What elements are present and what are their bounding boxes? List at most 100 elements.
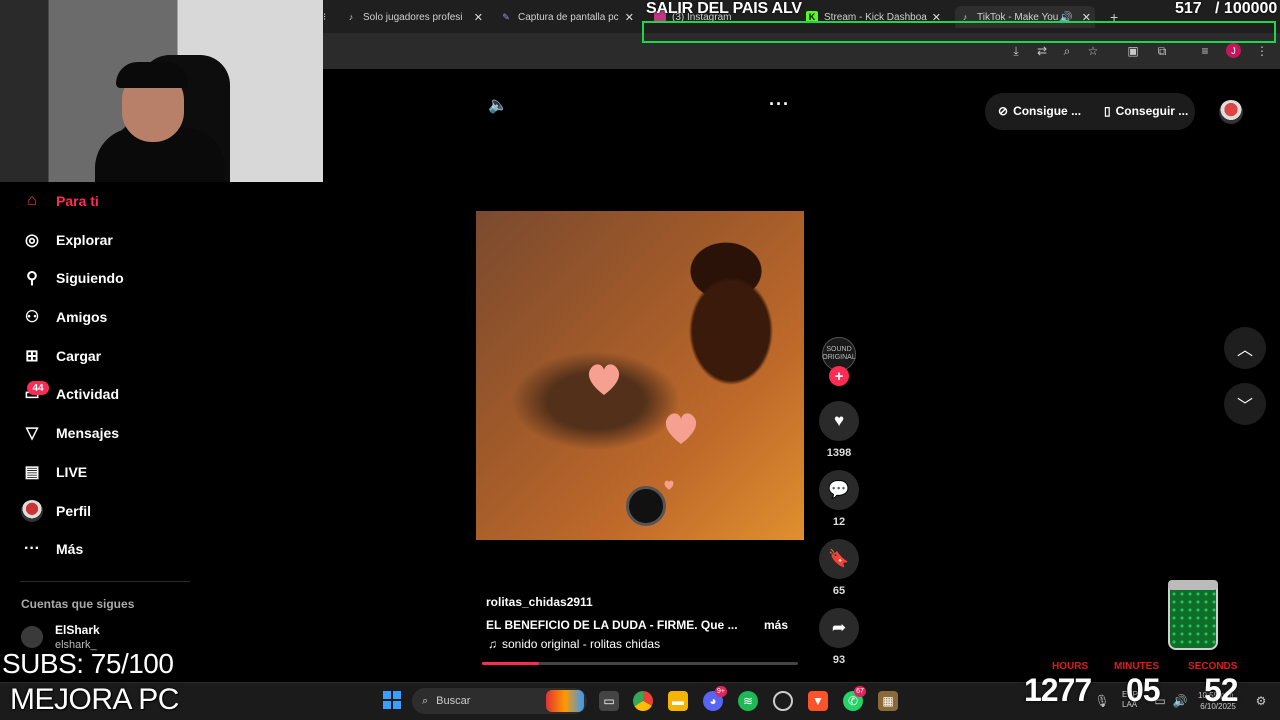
sidebar-item-label: Más xyxy=(56,541,84,557)
close-icon[interactable]: ✕ xyxy=(625,11,634,24)
more-options-icon[interactable]: ··· xyxy=(769,94,790,115)
timer-hours: 1277 xyxy=(1024,672,1092,708)
sidebar-item-label: Siguiendo xyxy=(56,270,124,286)
comment-count: 12 xyxy=(832,516,846,528)
sound-label: sonido original - rolitas chidas xyxy=(502,637,661,651)
like-count: 1398 xyxy=(826,447,852,459)
sidebar-item-more[interactable]: ··· Más xyxy=(20,537,83,561)
live-icon: ▤ xyxy=(24,464,40,481)
user-avatar[interactable] xyxy=(1219,100,1243,124)
music-note-icon: ♫ xyxy=(488,637,497,651)
brand-overlay: MEJORA PC xyxy=(10,683,179,716)
sidebar-item-label: Explorar xyxy=(56,232,113,248)
upload-icon: ⊞ xyxy=(25,348,39,365)
timer-minutes-label: MINUTES xyxy=(1114,661,1159,672)
puzzle-icon[interactable]: ⧉ xyxy=(1154,43,1170,59)
sidebar-item-live[interactable]: ▤ LIVE xyxy=(20,460,87,484)
chrome-icon[interactable] xyxy=(633,691,653,711)
whatsapp-badge: 67 xyxy=(854,686,866,697)
profile-avatar[interactable]: J xyxy=(1226,43,1241,58)
search-highlight-icon[interactable] xyxy=(546,690,584,712)
jar-lid xyxy=(1168,580,1218,590)
zoom-icon[interactable]: ⌕ xyxy=(1059,43,1075,59)
save-button[interactable]: 🔖 xyxy=(819,539,859,579)
get-coins-button[interactable]: ⊘ Consigue ... xyxy=(998,104,1081,118)
sidebar-item-upload[interactable]: ⊞ Cargar xyxy=(20,344,101,368)
sidebar-item-label: Perfil xyxy=(56,503,92,519)
like-button[interactable]: ♥ xyxy=(819,401,859,441)
translate-icon[interactable]: ⇄ xyxy=(1034,43,1050,59)
comment-button[interactable]: 💬 xyxy=(819,470,859,510)
timer-seconds: 52 xyxy=(1204,672,1239,708)
heart-icon: ♥ xyxy=(833,411,845,430)
previous-video-button[interactable]: ︿ xyxy=(1224,327,1266,369)
avatar[interactable] xyxy=(21,626,43,648)
sidebar-item-for-you[interactable]: ⌂ Para ti xyxy=(20,189,99,213)
video-username[interactable]: rolitas_chidas2911 xyxy=(486,595,593,609)
heart-sticker-icon xyxy=(664,480,674,490)
video-player[interactable] xyxy=(476,211,804,540)
search-icon: ⌕ xyxy=(422,694,429,707)
get-app-button[interactable]: ▯ Conseguir ... xyxy=(1104,104,1188,118)
close-icon[interactable]: ✕ xyxy=(474,11,483,24)
save-count: 65 xyxy=(832,585,846,597)
more-link[interactable]: más xyxy=(764,618,788,632)
get-app-label: Conseguir ... xyxy=(1115,104,1189,118)
follow-plus-button[interactable]: + xyxy=(829,366,849,386)
tab-scroll-handle[interactable]: ⁝ xyxy=(323,6,331,28)
user-follow-icon: ⚲ xyxy=(26,270,38,287)
task-view-icon[interactable]: ▭ xyxy=(599,691,619,711)
video-progress-bar[interactable] xyxy=(482,662,798,665)
video-sound[interactable]: ♫ sonido original - rolitas chidas xyxy=(488,637,660,651)
volume-tray-icon[interactable]: 🔊 xyxy=(1170,691,1190,711)
progress-fill xyxy=(482,662,539,665)
menu-icon[interactable]: ⋮ xyxy=(1254,43,1270,59)
next-video-button[interactable]: ﹀ xyxy=(1224,383,1266,425)
chevron-up-icon: ︿ xyxy=(1236,342,1253,359)
install-icon[interactable]: ⤓ xyxy=(1008,43,1024,59)
tab-2[interactable]: ✎ Captura de pantalla pc ✕ xyxy=(500,6,634,28)
stream-goal-counter: 517 / 100000 xyxy=(1175,0,1278,17)
sidebar-item-label: Actividad xyxy=(56,386,120,402)
friends-icon: ⚇ xyxy=(24,309,40,326)
compass-icon: ◎ xyxy=(25,232,39,249)
volume-icon[interactable]: 🔈 xyxy=(488,95,508,115)
settings-icon[interactable]: ⚙ xyxy=(1251,691,1271,711)
search-placeholder: Buscar xyxy=(436,695,471,707)
following-heading: Cuentas que sigues xyxy=(21,597,135,611)
comment-icon: 💬 xyxy=(828,480,850,499)
extension-icon[interactable]: ▣ xyxy=(1125,43,1141,59)
share-button[interactable]: ➦ xyxy=(819,608,859,648)
sidebar-item-explore[interactable]: ◎ Explorar xyxy=(20,228,113,252)
sidebar-item-following[interactable]: ⚲ Siguiendo xyxy=(20,266,124,290)
microphone-icon[interactable]: 🎙 xyxy=(1092,691,1112,711)
file-explorer-icon[interactable]: ▬ xyxy=(668,691,688,711)
tab-title: Captura de pantalla pc xyxy=(518,11,619,23)
tab-title: Solo jugadores profesi xyxy=(363,11,463,23)
sidebar-item-profile[interactable]: Perfil xyxy=(20,499,91,523)
obs-icon[interactable] xyxy=(773,691,793,711)
jar-widget xyxy=(1168,580,1218,650)
brave-icon[interactable]: ▼ xyxy=(808,691,828,711)
minecraft-icon[interactable]: ▦ xyxy=(878,691,898,711)
subs-counter: SUBS: 75/100 xyxy=(2,648,174,679)
chevron-down-icon: ﹀ xyxy=(1236,398,1253,415)
sidebar-item-label: Mensajes xyxy=(56,425,120,441)
sidebar-item-label: Amigos xyxy=(56,309,108,325)
timer-seconds-label: SECONDS xyxy=(1188,661,1238,672)
spotify-icon[interactable]: ≋ xyxy=(738,691,758,711)
more-dots-icon: ··· xyxy=(24,540,40,557)
divider xyxy=(20,581,190,582)
share-icon: ➦ xyxy=(831,618,847,637)
following-account-name[interactable]: ElShark xyxy=(55,623,100,637)
activity-badge: 44 xyxy=(27,381,49,395)
video-description: EL BENEFICIO DE LA DUDA - FIRME. Que ... xyxy=(486,618,738,632)
media-icon[interactable]: ≡ xyxy=(1197,43,1213,59)
tab-1[interactable]: ♪ Solo jugadores profesi ✕ xyxy=(345,6,483,28)
sidebar-item-friends[interactable]: ⚇ Amigos xyxy=(20,305,108,329)
sidebar-item-messages[interactable]: ▽ Mensajes xyxy=(20,421,119,445)
bookmark-star-icon[interactable]: ☆ xyxy=(1085,43,1101,59)
get-coins-label: Consigue ... xyxy=(1013,104,1082,118)
windows-start-icon[interactable] xyxy=(383,691,401,709)
timer-hours-label: HOURS xyxy=(1052,661,1089,672)
